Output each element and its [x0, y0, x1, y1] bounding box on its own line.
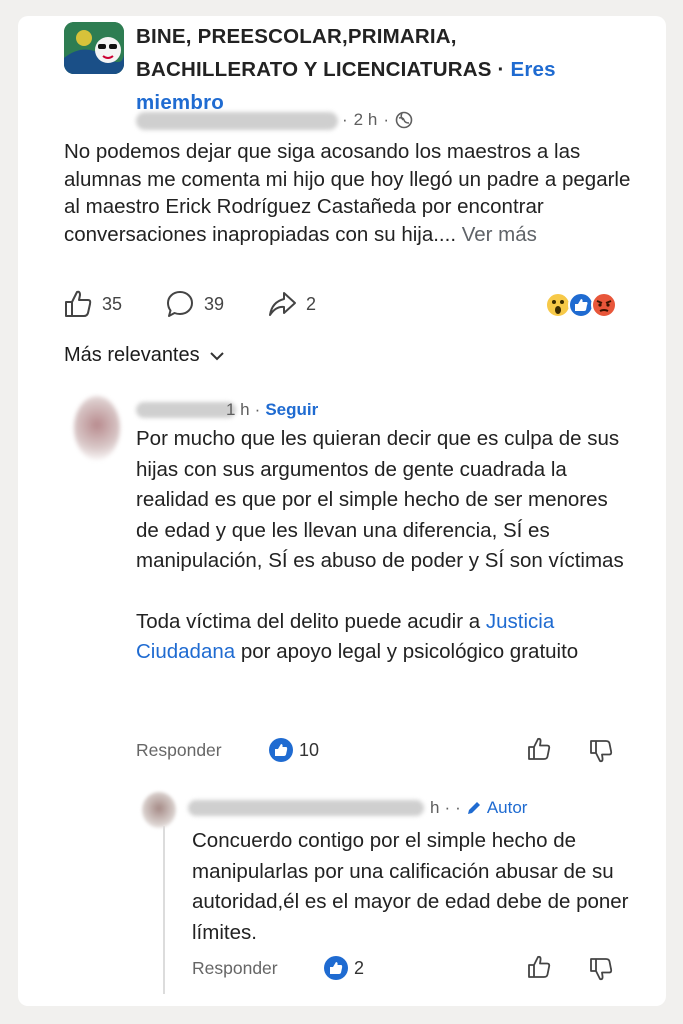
thumbs-down-icon — [588, 956, 614, 982]
post-card: BINE, PREESCOLAR,PRIMARIA, BACHILLERATO … — [18, 16, 666, 1006]
post-text: No podemos dejar que siga acosando los m… — [64, 138, 644, 248]
group-name[interactable]: BINE, PREESCOLAR,PRIMARIA, BACHILLERATO … — [136, 25, 492, 81]
reply-text: Concuerdo contigo por el simple hecho de… — [192, 829, 629, 944]
comment-like-button[interactable] — [526, 736, 552, 762]
thumbs-up-icon — [62, 288, 94, 320]
see-more-link[interactable]: Ver más — [462, 223, 537, 246]
thumbs-up-icon — [526, 736, 552, 762]
pencil-icon — [466, 800, 482, 816]
comment-meta: 1 h · Seguir — [226, 400, 319, 420]
reply-meta: h · · Autor — [430, 798, 528, 817]
reply-like-button[interactable] — [526, 954, 552, 980]
reply-author-name-blurred[interactable] — [188, 800, 424, 816]
reply-reaction-count: 2 — [354, 957, 365, 978]
author-badge: Autor — [486, 798, 528, 817]
angry-emoji-icon — [591, 292, 617, 318]
globe-icon — [395, 111, 413, 129]
reply-reply-button[interactable]: Responder — [192, 958, 278, 979]
commenter-avatar[interactable] — [74, 396, 120, 460]
comment-dislike-button[interactable] — [588, 738, 614, 764]
like-emoji-icon — [568, 292, 594, 318]
group-avatar[interactable] — [64, 22, 124, 74]
sort-label: Más relevantes — [64, 344, 200, 366]
comment-paragraph-2: Toda víctima del delito puede acudir a J… — [136, 607, 634, 668]
thread-line — [163, 826, 165, 994]
commenter-name-blurred[interactable] — [136, 402, 236, 418]
reply-dislike-button[interactable] — [588, 956, 614, 982]
sort-dropdown[interactable]: Más relevantes — [64, 344, 224, 367]
comment-button[interactable]: 39 — [164, 288, 224, 320]
comment-time: 1 h — [226, 400, 250, 419]
wow-emoji-icon — [545, 292, 571, 318]
group-title: BINE, PREESCOLAR,PRIMARIA, BACHILLERATO … — [136, 25, 556, 114]
share-button[interactable]: 2 — [266, 288, 316, 320]
comments-count: 39 — [204, 293, 225, 314]
thumbs-down-icon — [588, 738, 614, 764]
comment-reply-button[interactable]: Responder — [136, 740, 222, 761]
likes-count: 35 — [102, 293, 123, 314]
post-time[interactable]: 2 h — [354, 110, 378, 130]
comment-reactions[interactable]: 10 — [269, 738, 319, 762]
group-logo-icon — [64, 22, 124, 74]
comment-text: Por mucho que les quieran decir que es c… — [136, 424, 634, 668]
post-meta: · 2 h · — [342, 110, 413, 130]
shares-count: 2 — [306, 293, 317, 314]
comment-paragraph-1: Por mucho que les quieran decir que es c… — [136, 427, 624, 572]
like-badge-icon — [324, 956, 348, 980]
reply-reactions[interactable]: 2 — [324, 956, 364, 980]
like-button[interactable]: 35 — [62, 288, 122, 320]
share-arrow-icon — [266, 288, 298, 320]
comment-reaction-count: 10 — [299, 739, 320, 760]
reaction-summary[interactable] — [545, 292, 625, 318]
reply-time: h — [430, 798, 440, 817]
reply-author-avatar[interactable] — [142, 792, 176, 828]
post-body: No podemos dejar que siga acosando los m… — [64, 140, 631, 246]
comment-paragraph-2-end: por apoyo legal y psicológico gratuito — [235, 640, 579, 663]
chevron-down-icon — [209, 351, 224, 361]
like-badge-icon — [269, 738, 293, 762]
follow-button[interactable]: Seguir — [265, 400, 318, 420]
author-name-blurred — [136, 112, 338, 130]
comment-paragraph-2-start: Toda víctima del delito puede acudir a — [136, 609, 486, 633]
thumbs-up-icon — [526, 954, 552, 980]
comment-bubble-icon — [164, 288, 196, 320]
